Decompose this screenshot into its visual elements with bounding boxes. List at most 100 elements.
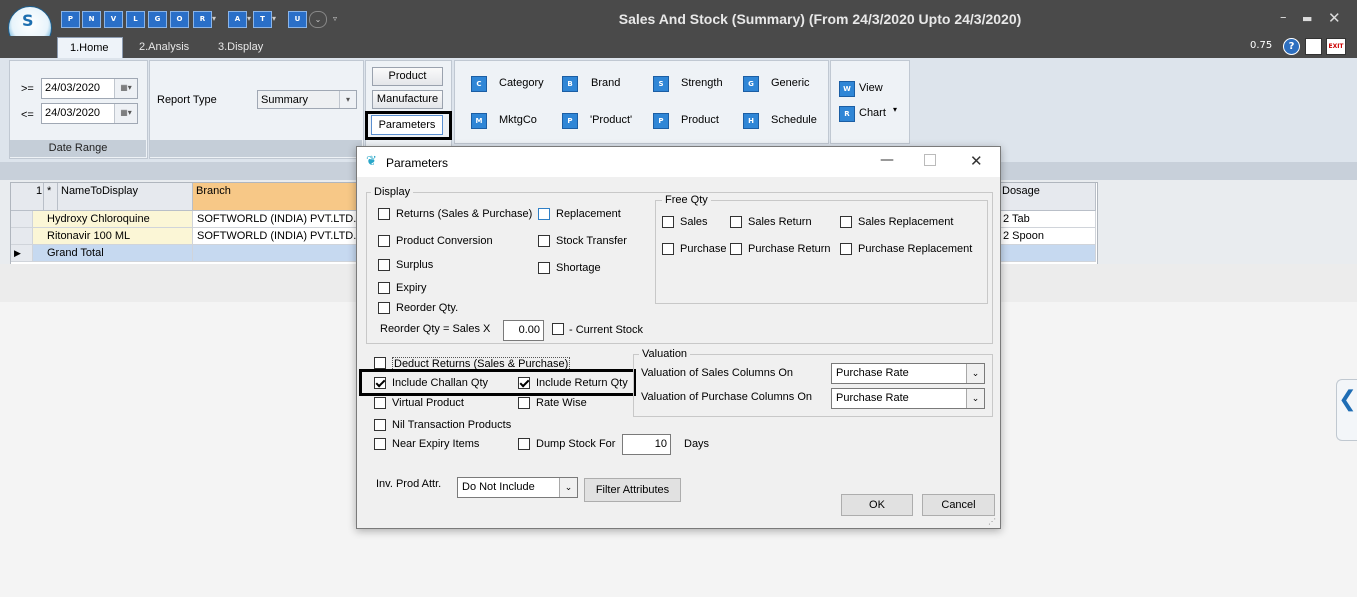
- report-type-select[interactable]: Summary ▾: [257, 90, 357, 109]
- view-button[interactable]: View: [859, 82, 883, 94]
- dump-days-input[interactable]: 10: [622, 434, 671, 455]
- grand-total-row[interactable]: Grand Total: [33, 245, 193, 262]
- minimize-icon[interactable]: –: [1280, 10, 1287, 25]
- free-sales-checkbox[interactable]: [662, 216, 674, 228]
- close-icon[interactable]: ✕: [970, 152, 983, 170]
- product-quoted-button[interactable]: 'Product': [590, 114, 632, 126]
- product-button[interactable]: Product: [372, 67, 443, 86]
- row-indicator[interactable]: [11, 211, 33, 228]
- chevron-down-icon[interactable]: ⌄: [966, 364, 984, 383]
- replacement-checkbox[interactable]: [538, 208, 550, 220]
- resize-grip-icon[interactable]: ⋰: [988, 517, 996, 526]
- brand-button[interactable]: Brand: [591, 77, 620, 89]
- parameters-button[interactable]: Parameters: [371, 115, 443, 135]
- chevron-down-icon[interactable]: ▾: [893, 105, 897, 114]
- current-stock-checkbox[interactable]: [552, 323, 564, 335]
- free-purchase-replacement-label: Purchase Replacement: [858, 243, 973, 255]
- chevron-down-icon[interactable]: ⌄: [559, 478, 577, 497]
- stock-transfer-checkbox[interactable]: [538, 235, 550, 247]
- dump-stock-checkbox[interactable]: [518, 438, 530, 450]
- nil-transaction-checkbox[interactable]: [374, 419, 386, 431]
- surplus-checkbox[interactable]: [378, 259, 390, 271]
- table-cell[interactable]: 2 Spoon: [999, 228, 1096, 245]
- chart-button[interactable]: Chart: [859, 107, 886, 119]
- table-cell[interactable]: 2 Tab: [999, 211, 1096, 228]
- help-icon[interactable]: ?: [1283, 38, 1300, 55]
- include-challan-checkbox[interactable]: [374, 377, 386, 389]
- dosage-column-header[interactable]: Dosage: [999, 183, 1096, 211]
- ok-button[interactable]: OK: [841, 494, 913, 516]
- customize-toolbar-icon[interactable]: ▿: [333, 11, 341, 26]
- maximize-icon[interactable]: ▬: [1302, 12, 1312, 25]
- tab-analysis[interactable]: 2.Analysis: [127, 37, 201, 58]
- table-cell[interactable]: SOFTWORLD (INDIA) PVT.LTD.: [193, 211, 357, 228]
- quick-access-p-button[interactable]: P: [61, 11, 80, 28]
- near-expiry-checkbox[interactable]: [374, 438, 386, 450]
- quick-access-l-button[interactable]: L: [126, 11, 145, 28]
- free-purchase-checkbox[interactable]: [662, 243, 674, 255]
- calendar-icon[interactable]: ▦▾: [114, 104, 137, 123]
- quick-access-g-button[interactable]: G: [148, 11, 167, 28]
- strength-button[interactable]: Strength: [681, 77, 723, 89]
- branch-column-header[interactable]: Branch: [193, 183, 357, 211]
- reorder-qty-checkbox[interactable]: [378, 302, 390, 314]
- category-button[interactable]: Category: [499, 77, 544, 89]
- tab-display[interactable]: 3.Display: [206, 37, 275, 58]
- name-column-header[interactable]: NameToDisplay: [58, 183, 193, 211]
- chevron-down-icon[interactable]: ⌄: [309, 11, 327, 28]
- free-sales-return-checkbox[interactable]: [730, 216, 742, 228]
- expiry-checkbox[interactable]: [378, 282, 390, 294]
- deduct-returns-checkbox[interactable]: [374, 357, 386, 369]
- quick-access-u-button[interactable]: U: [288, 11, 307, 28]
- quick-access-t-button[interactable]: T: [253, 11, 272, 28]
- table-row[interactable]: Hydroxy Chloroquine: [33, 211, 193, 228]
- free-purchase-return-checkbox[interactable]: [730, 243, 742, 255]
- cancel-button[interactable]: Cancel: [922, 494, 995, 516]
- virtual-product-checkbox[interactable]: [374, 397, 386, 409]
- tab-home[interactable]: 1.Home: [57, 37, 123, 59]
- side-panel-chevron-left-icon[interactable]: ❮: [1336, 379, 1357, 441]
- sales-valuation-select[interactable]: Purchase Rate ⌄: [831, 363, 985, 384]
- rate-wise-checkbox[interactable]: [518, 397, 530, 409]
- table-cell[interactable]: SOFTWORLD (INDIA) PVT.LTD.: [193, 228, 357, 245]
- quick-access-r-button[interactable]: R: [193, 11, 212, 28]
- exit-icon[interactable]: EXIT: [1326, 38, 1346, 55]
- free-sales-replacement-checkbox[interactable]: [840, 216, 852, 228]
- quick-access-v-button[interactable]: V: [104, 11, 123, 28]
- chevron-down-icon[interactable]: ▾: [272, 11, 280, 26]
- to-date-input[interactable]: 24/03/2020 ▦▾: [41, 103, 138, 124]
- row-indicator[interactable]: [11, 228, 33, 245]
- free-purchase-replacement-checkbox[interactable]: [840, 243, 852, 255]
- table-row[interactable]: Ritonavir 100 ML: [33, 228, 193, 245]
- close-icon[interactable]: ✕: [1328, 9, 1341, 27]
- schedule-button[interactable]: Schedule: [771, 114, 817, 126]
- quick-access-o-button[interactable]: O: [170, 11, 189, 28]
- quick-access-a-button[interactable]: A: [228, 11, 247, 28]
- star-header[interactable]: *: [44, 183, 58, 211]
- shortage-checkbox[interactable]: [538, 262, 550, 274]
- free-sales-label: Sales: [680, 216, 708, 228]
- from-date-input[interactable]: 24/03/2020 ▦▾: [41, 78, 138, 99]
- product-conversion-checkbox[interactable]: [378, 235, 390, 247]
- row-number-header[interactable]: 1: [11, 183, 44, 211]
- date-range-label: Date Range: [10, 140, 146, 157]
- document-icon[interactable]: [1305, 38, 1322, 55]
- reorder-multiplier-input[interactable]: 0.00: [503, 320, 544, 341]
- filter-attributes-button[interactable]: Filter Attributes: [584, 478, 681, 502]
- returns-checkbox[interactable]: [378, 208, 390, 220]
- minimize-icon[interactable]: —: [880, 152, 894, 168]
- generic-button[interactable]: Generic: [771, 77, 810, 89]
- zoom-level: 0.75: [1250, 40, 1273, 51]
- quick-access-n-button[interactable]: N: [82, 11, 101, 28]
- brand-icon: B: [562, 76, 578, 92]
- purchase-valuation-select[interactable]: Purchase Rate ⌄: [831, 388, 985, 409]
- chevron-down-icon[interactable]: ▾: [212, 11, 220, 26]
- chevron-down-icon[interactable]: ▾: [339, 91, 356, 108]
- mktgco-button[interactable]: MktgCo: [499, 114, 537, 126]
- manufacture-button[interactable]: Manufacture: [372, 90, 443, 109]
- calendar-icon[interactable]: ▦▾: [114, 79, 137, 98]
- chevron-down-icon[interactable]: ⌄: [966, 389, 984, 408]
- inv-prod-attr-select[interactable]: Do Not Include ⌄: [457, 477, 578, 498]
- include-return-checkbox[interactable]: [518, 377, 530, 389]
- product-group-button[interactable]: Product: [681, 114, 719, 126]
